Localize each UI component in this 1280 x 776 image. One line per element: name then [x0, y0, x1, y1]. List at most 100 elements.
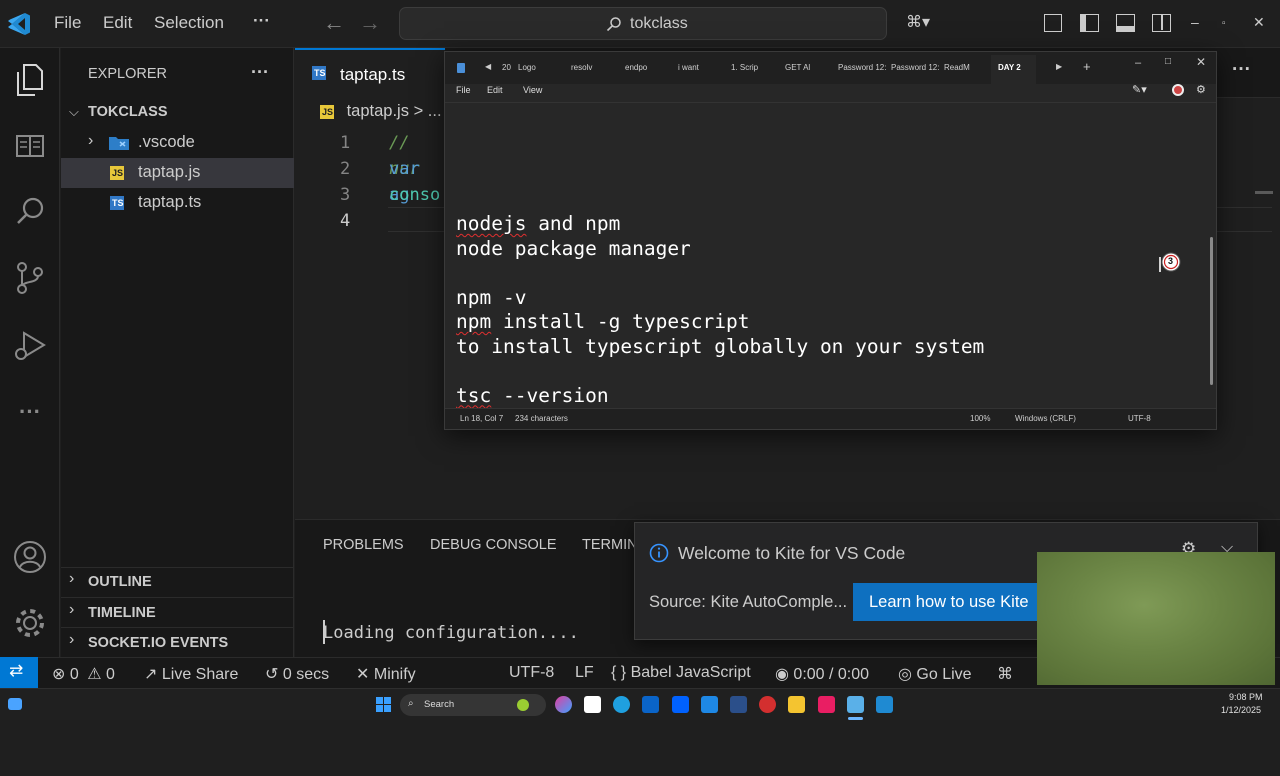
explorer-more-icon[interactable]: ··· — [251, 62, 269, 83]
tree-item-taptap-ts[interactable]: TS taptap.ts — [61, 188, 294, 218]
copilot-app-icon[interactable] — [555, 696, 572, 713]
settings-gear-icon[interactable]: ⚙ — [1196, 83, 1206, 96]
media-status[interactable]: ◉ 0:00 / 0:00 — [775, 664, 869, 684]
new-tab-icon[interactable]: + — [1083, 59, 1091, 74]
dropbox-icon[interactable] — [672, 696, 689, 713]
menu-selection[interactable]: Selection — [154, 13, 224, 33]
forward-arrow-icon[interactable]: → — [359, 10, 381, 36]
text-line: nodejs and npm — [456, 212, 621, 235]
close-icon[interactable]: ✕ — [1253, 14, 1265, 31]
minimize-icon[interactable]: – — [1191, 14, 1199, 30]
task-view-icon[interactable] — [584, 696, 601, 713]
notepad-tab[interactable]: 20 — [502, 63, 511, 72]
notepad-menu-view[interactable]: View — [523, 85, 542, 95]
restore-icon[interactable]: ▫ — [1222, 18, 1226, 29]
remote-indicator[interactable]: ⇄ — [0, 657, 38, 688]
notepad-tab[interactable]: ReadM — [944, 63, 970, 72]
breadcrumb-file[interactable]: taptap.js — [347, 102, 409, 120]
tree-item-vscode[interactable]: › .vscode — [61, 128, 294, 158]
line-number: 1 — [340, 133, 351, 153]
menu-edit[interactable]: Edit — [103, 13, 132, 33]
timer-status[interactable]: ↺ 0 secs — [265, 664, 329, 684]
notepad-app-icon[interactable] — [847, 696, 864, 713]
explorer-icon[interactable] — [10, 60, 50, 100]
taskbar-search[interactable]: ⌕ Search — [400, 694, 546, 716]
command-center-search[interactable]: tokclass — [399, 7, 887, 40]
avatar[interactable] — [1172, 84, 1184, 96]
terminal-app-icon[interactable] — [730, 696, 747, 713]
tab-problems[interactable]: PROBLEMS — [323, 537, 404, 553]
settings-gear-icon[interactable] — [10, 603, 50, 643]
opera-icon[interactable] — [759, 696, 776, 713]
source-control-icon[interactable] — [10, 258, 50, 298]
account-icon[interactable] — [10, 537, 50, 577]
more-icon[interactable]: ··· — [10, 392, 50, 432]
notepad-tab[interactable]: endpo — [625, 63, 647, 72]
language-status[interactable]: { } Babel JavaScript — [611, 664, 751, 682]
book-icon[interactable] — [10, 126, 50, 166]
notepad-tab[interactable]: resolv — [571, 63, 592, 72]
notepad-tab-active[interactable]: DAY 2 — [991, 55, 1036, 84]
folder-root[interactable]: ⌵ TOKCLASS — [61, 98, 294, 128]
go-live-status[interactable]: ◎ Go Live — [898, 664, 972, 684]
line-ending[interactable]: Windows (CRLF) — [1015, 414, 1076, 423]
section-timeline[interactable]: › TIMELINE — [61, 598, 294, 628]
line-text[interactable]: conso — [389, 182, 440, 208]
toggle-secondary-sidebar-icon[interactable] — [1152, 14, 1171, 32]
widgets-icon[interactable] — [8, 698, 22, 710]
notepad-tab[interactable]: Password 12: — [891, 63, 939, 72]
menu-more-icon[interactable]: ··· — [253, 11, 270, 31]
learn-kite-button[interactable]: Learn how to use Kite — [853, 583, 1041, 621]
notepad-tab[interactable]: Logo — [518, 63, 536, 72]
problems-status[interactable]: ⊗ 0 ⚠ 0 — [52, 664, 115, 684]
search-icon[interactable] — [10, 191, 50, 231]
clock-time[interactable]: 9:08 PM — [1229, 692, 1263, 702]
editor-more-icon[interactable]: ··· — [1232, 59, 1251, 81]
copilot-status-icon[interactable]: ⌘ — [997, 664, 1013, 684]
windows-start-icon[interactable] — [376, 697, 391, 712]
section-outline[interactable]: › OUTLINE — [61, 567, 294, 597]
maximize-icon[interactable]: □ — [1165, 56, 1171, 67]
notepad-tab[interactable]: 1. Scrip — [731, 63, 758, 72]
copilot-icon[interactable]: ⌘▾ — [906, 12, 930, 32]
notepad-menu-edit[interactable]: Edit — [487, 85, 503, 95]
live-share-status[interactable]: ↗ Live Share — [144, 664, 238, 684]
close-icon[interactable]: ✕ — [1196, 55, 1206, 69]
notepad-scrollbar[interactable] — [1210, 237, 1213, 385]
toggle-sidebar-icon[interactable] — [1080, 14, 1099, 32]
notepad-tab[interactable]: GET Al — [785, 63, 810, 72]
mail-icon[interactable] — [642, 696, 659, 713]
encoding-status[interactable]: UTF-8 — [509, 664, 554, 682]
minimize-icon[interactable]: – — [1135, 57, 1141, 69]
language-label: Babel JavaScript — [630, 664, 751, 681]
tree-item-taptap-js[interactable]: JS taptap.js — [61, 158, 294, 188]
toggle-panel-icon[interactable] — [1116, 14, 1135, 32]
clock-date[interactable]: 1/12/2025 — [1221, 705, 1261, 715]
notepad-tab[interactable]: i want — [678, 63, 699, 72]
run-debug-icon[interactable] — [10, 326, 50, 366]
back-arrow-icon[interactable]: ← — [323, 10, 345, 36]
vscode-app-icon[interactable] — [876, 696, 893, 713]
todo-icon[interactable] — [701, 696, 718, 713]
section-socketio-events[interactable]: › SOCKET.IO EVENTS — [61, 628, 294, 658]
breadcrumb-more[interactable]: ... — [428, 102, 442, 120]
minify-status[interactable]: ✕ Minify — [356, 664, 416, 684]
notepad-menu-file[interactable]: File — [456, 85, 471, 95]
notepad-tab[interactable]: Password 12: — [838, 63, 886, 72]
tab-debug-console[interactable]: DEBUG CONSOLE — [430, 537, 557, 553]
layout-customize-icon[interactable] — [1044, 14, 1062, 32]
zoom-level[interactable]: 100% — [970, 414, 990, 423]
edge-icon[interactable] — [613, 696, 630, 713]
notepad-text-area[interactable]: nodejs and npm node package manager npm -… — [456, 212, 984, 408]
scroll-left-icon[interactable]: ◀ — [485, 62, 491, 71]
minimap-slider[interactable] — [1255, 191, 1273, 194]
encoding[interactable]: UTF-8 — [1128, 414, 1151, 423]
tab-taptap-ts[interactable]: TS taptap.ts — [295, 48, 445, 98]
tiktok-icon[interactable] — [818, 696, 835, 713]
copilot-icon[interactable]: ✎▾ — [1132, 83, 1147, 96]
tab-terminal[interactable]: TERMIN — [582, 537, 638, 553]
file-explorer-icon[interactable] — [788, 696, 805, 713]
menu-file[interactable]: File — [54, 13, 81, 33]
scroll-right-icon[interactable]: ▶ — [1056, 62, 1062, 71]
eol-status[interactable]: LF — [575, 664, 594, 682]
